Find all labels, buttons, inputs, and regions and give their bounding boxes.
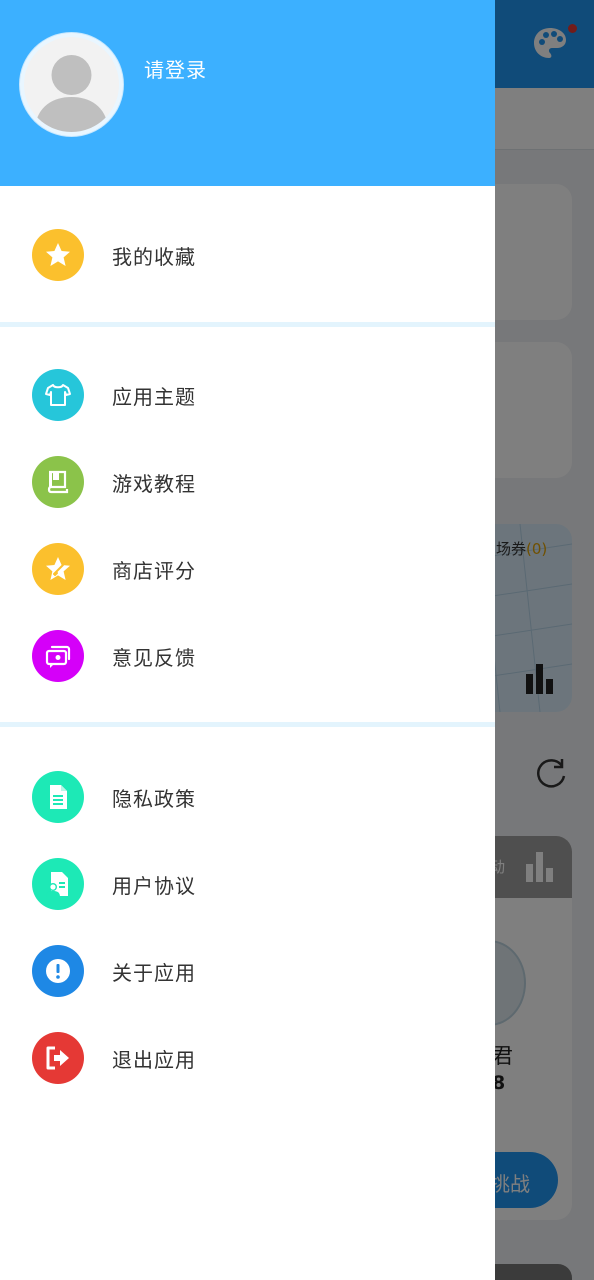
book-icon — [32, 456, 84, 508]
logout-icon — [32, 1032, 84, 1084]
divider — [0, 322, 495, 327]
menu-item-label: 游戏教程 — [112, 471, 196, 496]
menu-item-label: 意见反馈 — [112, 645, 196, 670]
divider — [0, 722, 495, 727]
menu-item-exit[interactable]: 退出应用 — [0, 1018, 495, 1098]
menu-item-label: 用户协议 — [112, 873, 196, 898]
navigation-drawer: 请登录 我的收藏 应用主题 游戏教程 商店评分 意见反馈 隐私政策 用户协议 关… — [0, 0, 495, 1280]
menu-item-theme[interactable]: 应用主题 — [0, 355, 495, 435]
menu-item-feedback[interactable]: 意见反馈 — [0, 616, 495, 696]
menu-item-label: 我的收藏 — [112, 244, 196, 269]
star-icon — [32, 229, 84, 281]
avatar[interactable] — [20, 33, 123, 136]
menu-item-label: 退出应用 — [112, 1047, 196, 1072]
document-icon — [32, 771, 84, 823]
menu-item-rate[interactable]: 商店评分 — [0, 529, 495, 609]
info-icon — [32, 945, 84, 997]
feedback-icon — [32, 630, 84, 682]
menu-item-label: 应用主题 — [112, 384, 196, 409]
menu-item-label: 商店评分 — [112, 558, 196, 583]
menu-item-tutorial[interactable]: 游戏教程 — [0, 442, 495, 522]
user-document-icon — [32, 858, 84, 910]
menu-item-label: 关于应用 — [112, 960, 196, 985]
menu-item-label: 隐私政策 — [112, 786, 196, 811]
menu-item-privacy[interactable]: 隐私政策 — [0, 757, 495, 837]
menu-item-favorites[interactable]: 我的收藏 — [0, 215, 495, 295]
menu-item-agreement[interactable]: 用户协议 — [0, 844, 495, 924]
menu-item-about[interactable]: 关于应用 — [0, 931, 495, 1011]
rate-star-icon — [32, 543, 84, 595]
login-text[interactable]: 请登录 — [144, 54, 207, 83]
tshirt-icon — [32, 369, 84, 421]
drawer-header: 请登录 — [0, 0, 495, 186]
default-user-icon — [34, 55, 109, 132]
